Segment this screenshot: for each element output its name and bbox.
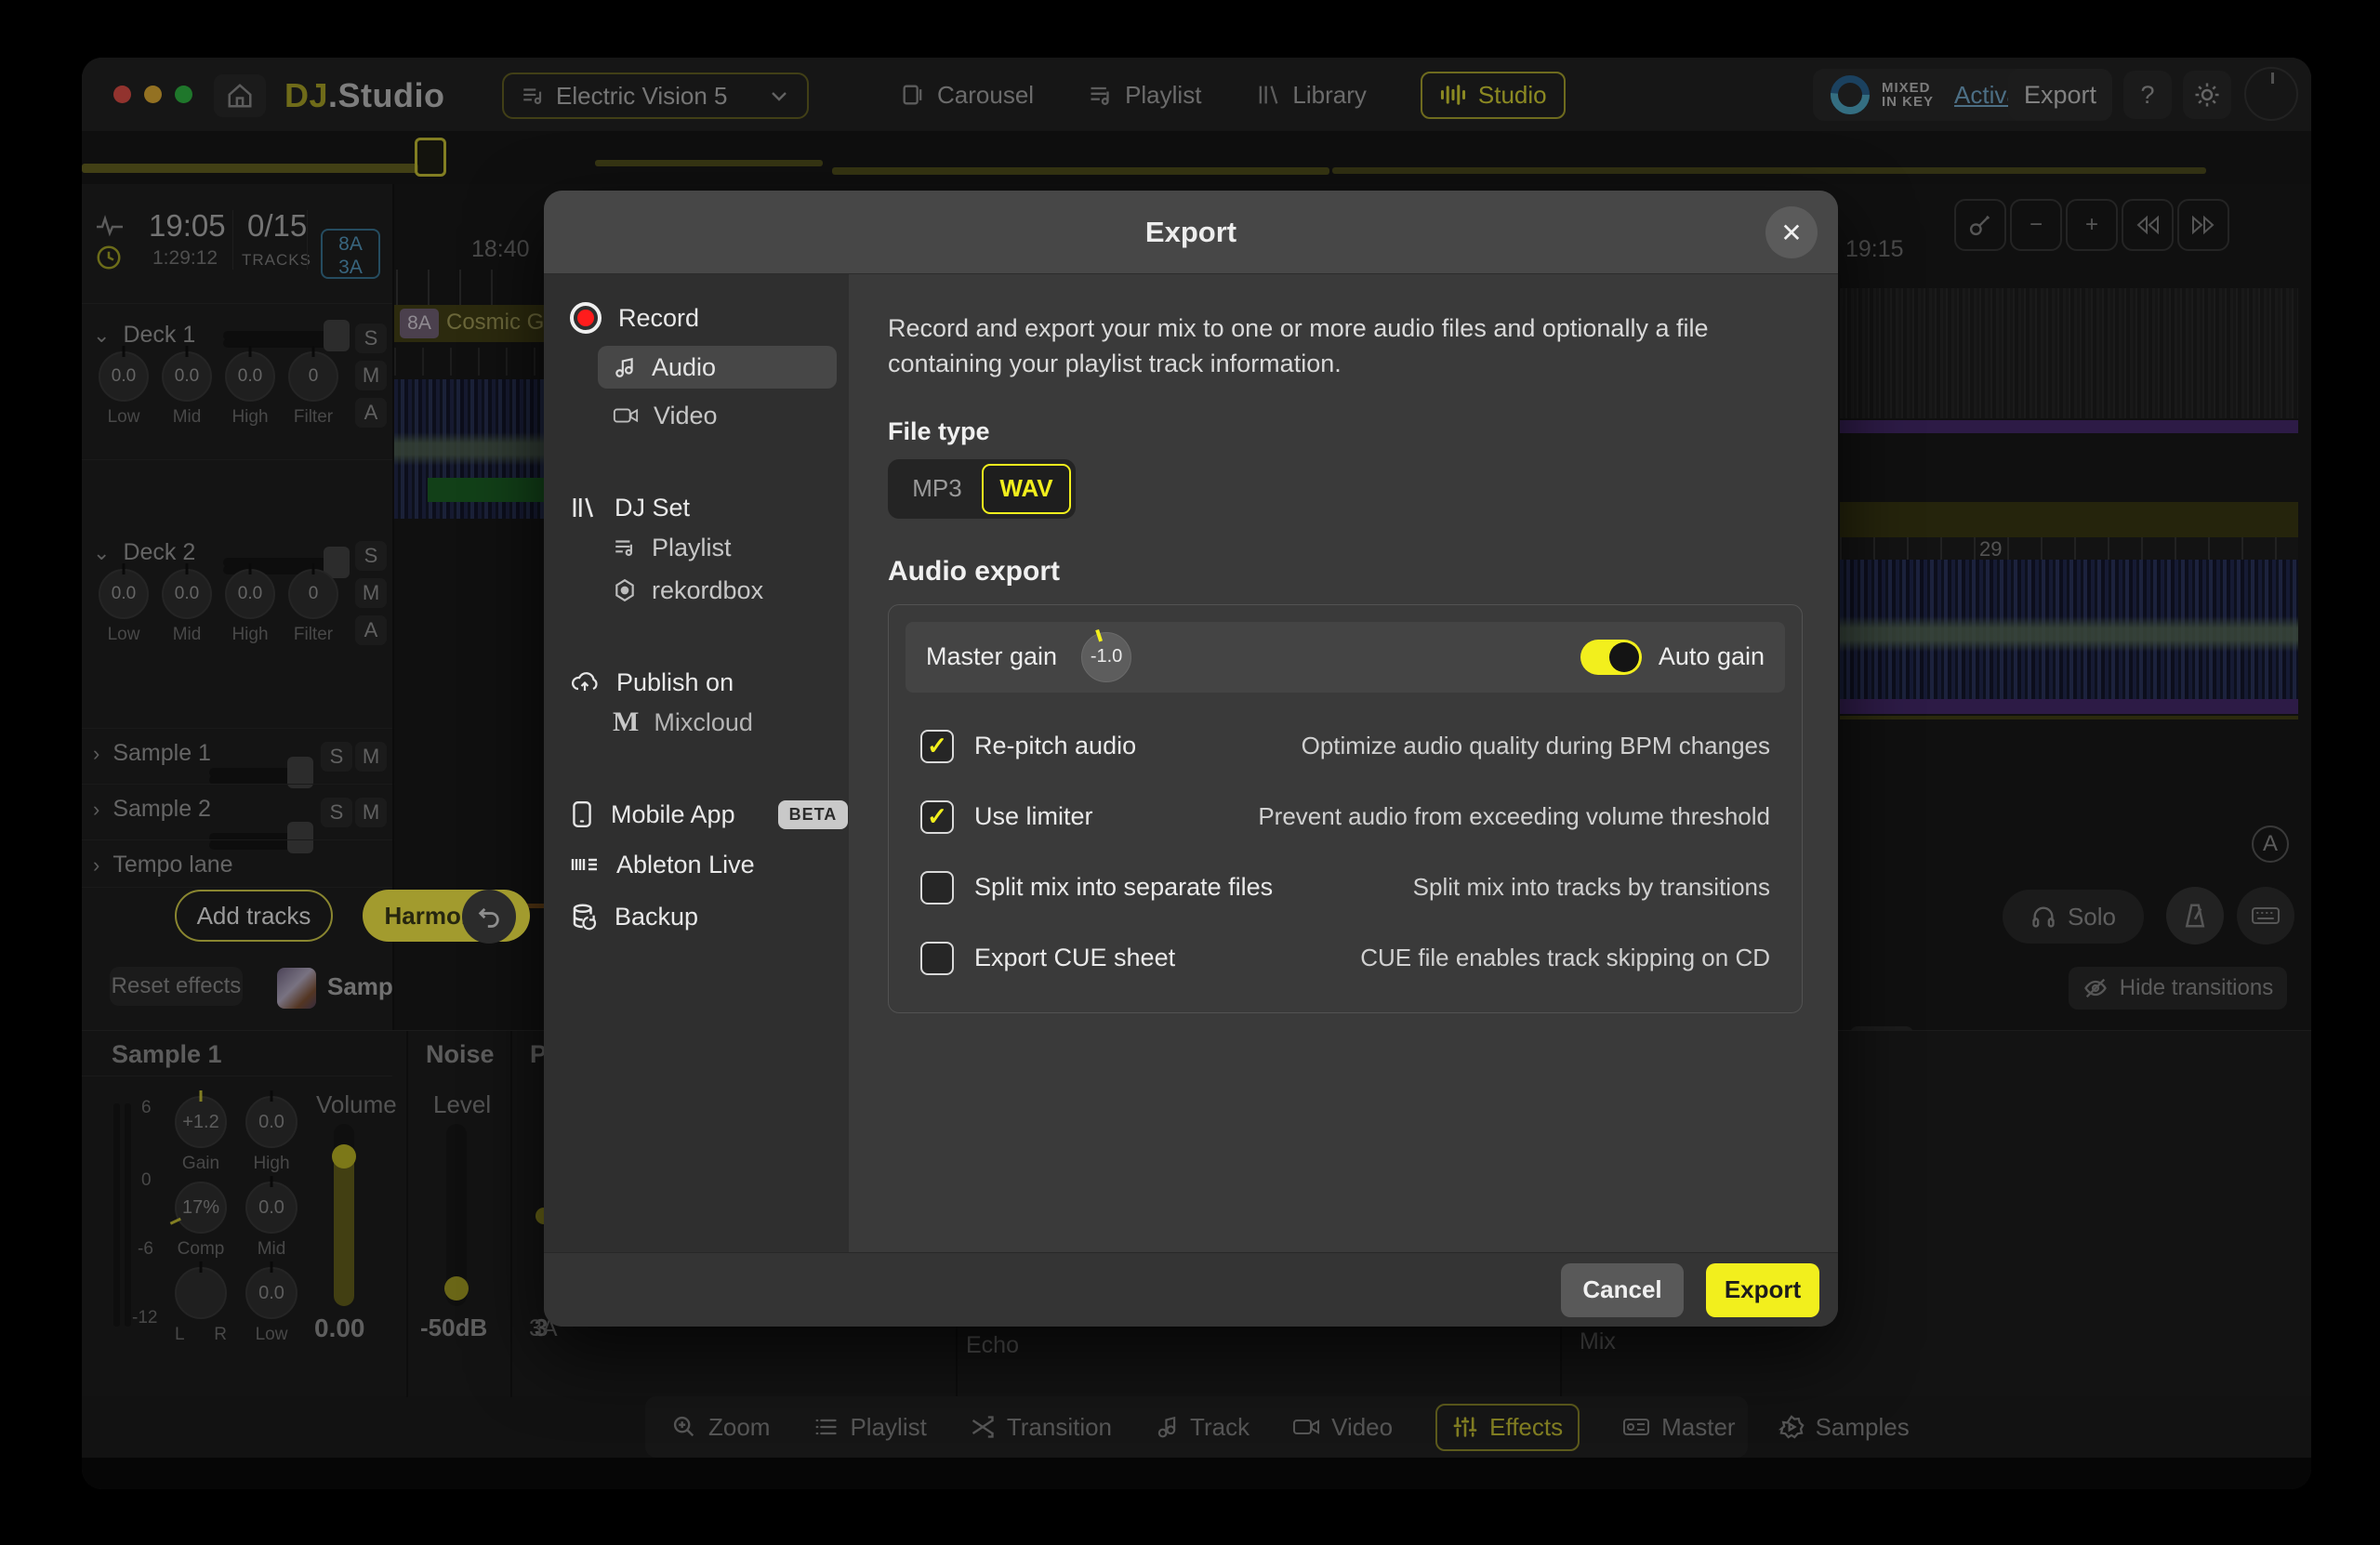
- sidebar-label: Record: [618, 304, 699, 333]
- sidebar-item-video[interactable]: Video: [598, 394, 837, 437]
- limiter-checkbox[interactable]: ✓: [920, 800, 954, 834]
- sidebar-item-mixcloud[interactable]: M Mixcloud: [598, 701, 837, 744]
- cloud-upload-icon: [570, 669, 600, 695]
- sidebar-label: Backup: [615, 903, 698, 931]
- mixcloud-icon: M: [613, 706, 639, 738]
- sidebar-section-mobile-app[interactable]: Mobile App BETA: [570, 796, 849, 833]
- auto-gain-label: Auto gain: [1659, 642, 1765, 671]
- screen: DJ.Studio Electric Vision 5 Carousel Pla…: [0, 0, 2380, 1545]
- dialog-description: Record and export your mix to one or mor…: [888, 311, 1780, 382]
- sidebar-label: rekordbox: [652, 576, 763, 605]
- backup-icon: [570, 903, 598, 931]
- option-description: Optimize audio quality during BPM change…: [1302, 732, 1770, 760]
- cue-checkbox[interactable]: ✓: [920, 942, 954, 975]
- sidebar-section-record[interactable]: Record: [570, 299, 849, 337]
- sidebar-item-audio[interactable]: Audio: [598, 346, 837, 389]
- option-description: Prevent audio from exceeding volume thre…: [1258, 802, 1770, 831]
- library-icon: [570, 494, 598, 522]
- beta-badge: BETA: [778, 800, 849, 829]
- music-note-icon: [613, 355, 637, 379]
- dialog-header: Export ✕: [544, 191, 1838, 274]
- sidebar-item-rekordbox[interactable]: rekordbox: [598, 569, 837, 612]
- file-type-label: File type: [888, 417, 1803, 446]
- undo-icon: [476, 904, 502, 930]
- add-tracks-button[interactable]: Add tracks: [175, 890, 333, 942]
- playlist-icon: [613, 535, 637, 560]
- option-row-repitch: ✓ Re-pitch audio Optimize audio quality …: [920, 726, 1770, 767]
- dialog-footer: Cancel Export: [544, 1252, 1838, 1327]
- close-button[interactable]: ✕: [1765, 206, 1818, 258]
- file-type-wav[interactable]: WAV: [982, 464, 1071, 514]
- record-icon: [570, 302, 602, 334]
- master-gain-label: Master gain: [926, 642, 1057, 671]
- sidebar-label: Publish on: [616, 668, 734, 697]
- sidebar-label: Video: [654, 402, 718, 430]
- option-row-limiter: ✓ Use limiter Prevent audio from exceedi…: [920, 797, 1770, 838]
- option-label: Export CUE sheet: [974, 944, 1175, 972]
- master-gain-knob[interactable]: -1.0: [1081, 632, 1131, 682]
- file-type-mp3[interactable]: MP3: [892, 464, 982, 514]
- option-description: CUE file enables track skipping on CD: [1360, 944, 1770, 972]
- dialog-content: Record and export your mix to one or mor…: [849, 274, 1838, 1252]
- export-dialog: Export ✕ Record Audio Video: [544, 191, 1838, 1327]
- option-row-cue: ✓ Export CUE sheet CUE file enables trac…: [920, 938, 1770, 979]
- sidebar-section-dj-set[interactable]: DJ Set: [570, 489, 849, 526]
- sidebar-section-backup[interactable]: Backup: [570, 898, 849, 935]
- sidebar-item-playlist[interactable]: Playlist: [598, 526, 837, 569]
- sidebar-section-ableton[interactable]: Ableton Live: [570, 846, 849, 883]
- audio-export-card: Master gain -1.0 Auto gain ✓ Re-pitch au…: [888, 604, 1803, 1013]
- sidebar-label: Ableton Live: [616, 851, 755, 879]
- sidebar-label: Playlist: [652, 534, 732, 562]
- app-window: DJ.Studio Electric Vision 5 Carousel Pla…: [82, 58, 2311, 1489]
- split-checkbox[interactable]: ✓: [920, 871, 954, 905]
- video-camera-icon: [613, 404, 639, 427]
- audio-export-heading: Audio export: [888, 556, 1803, 588]
- file-type-segmented-control: MP3 WAV: [888, 459, 1076, 519]
- option-label: Use limiter: [974, 802, 1093, 831]
- rekordbox-icon: [613, 578, 637, 602]
- option-row-split: ✓ Split mix into separate files Split mi…: [920, 867, 1770, 908]
- sidebar-section-publish-on[interactable]: Publish on: [570, 664, 849, 701]
- export-button[interactable]: Export: [1706, 1263, 1819, 1317]
- option-label: Re-pitch audio: [974, 732, 1136, 760]
- repitch-checkbox[interactable]: ✓: [920, 730, 954, 763]
- auto-gain-toggle[interactable]: [1580, 640, 1642, 675]
- export-options: ✓ Re-pitch audio Optimize audio quality …: [906, 693, 1785, 1005]
- option-label: Split mix into separate files: [974, 873, 1273, 902]
- dialog-sidebar: Record Audio Video DJ Set Playlist: [544, 274, 849, 1252]
- master-gain-row: Master gain -1.0 Auto gain: [906, 622, 1785, 693]
- sidebar-label: DJ Set: [615, 494, 690, 522]
- ableton-icon: [570, 852, 600, 877]
- sidebar-label: Mobile App: [611, 800, 735, 829]
- cancel-button[interactable]: Cancel: [1561, 1263, 1684, 1317]
- sidebar-label: Audio: [652, 353, 716, 382]
- close-icon: ✕: [1780, 218, 1802, 248]
- option-description: Split mix into tracks by transitions: [1413, 873, 1770, 902]
- phone-icon: [570, 800, 594, 828]
- sidebar-label: Mixcloud: [654, 708, 753, 737]
- undo-button[interactable]: [462, 890, 516, 944]
- dialog-title: Export: [1145, 216, 1236, 249]
